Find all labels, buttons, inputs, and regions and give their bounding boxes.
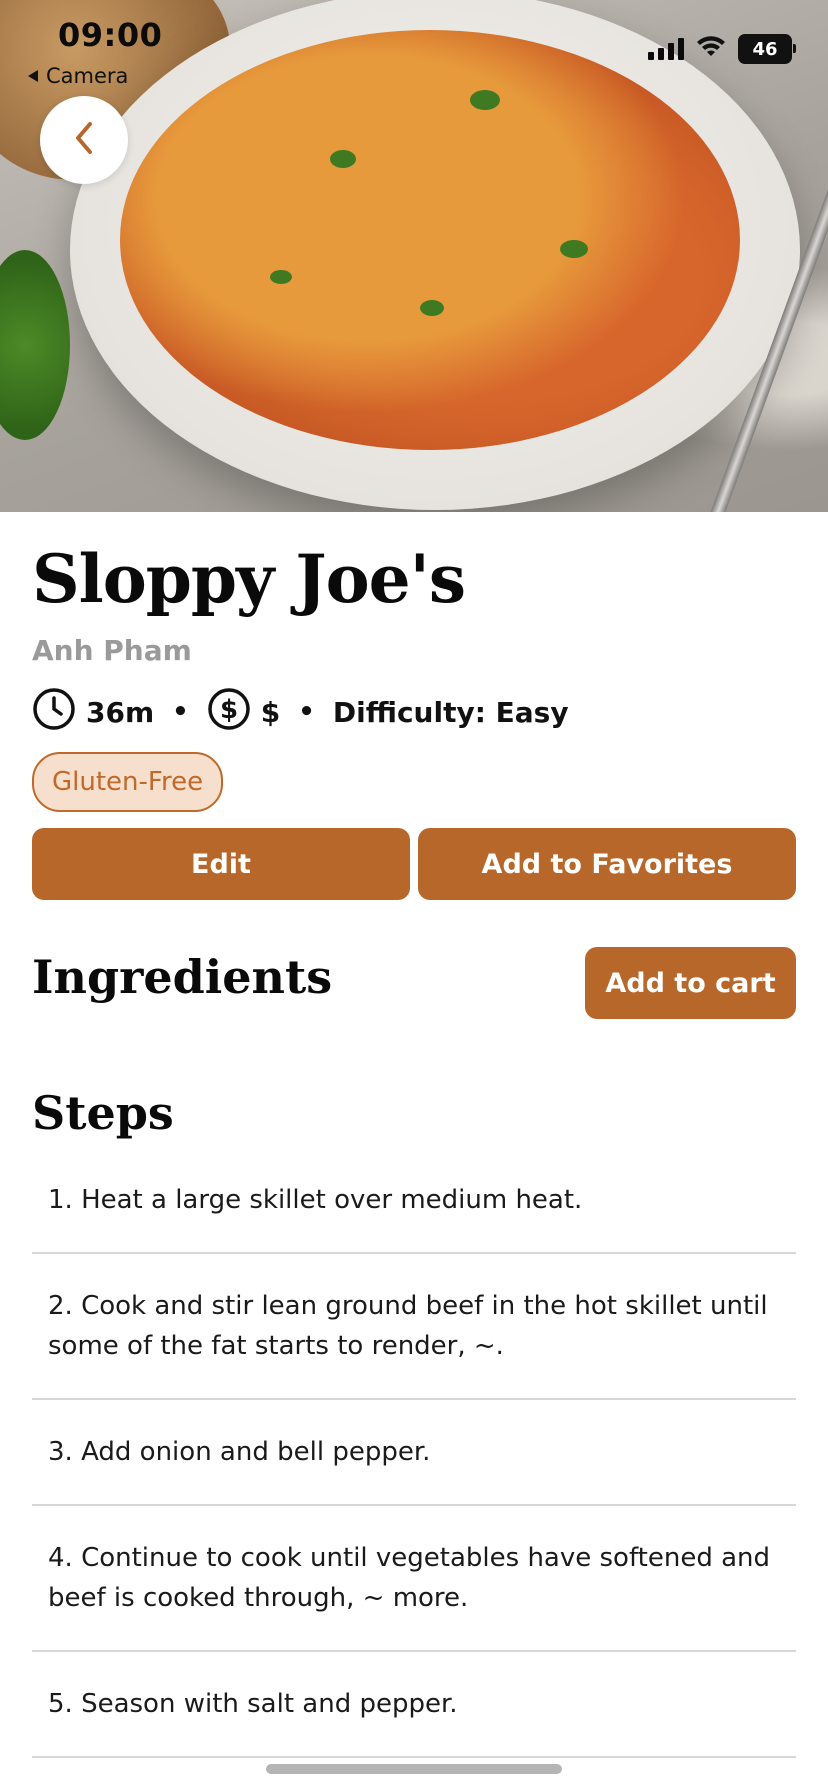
step-item: 5. Season with salt and pepper. (32, 1652, 796, 1758)
step-item: 1. Heat a large skillet over medium heat… (32, 1148, 796, 1254)
steps-list: 1. Heat a large skillet over medium heat… (32, 1148, 796, 1758)
battery-level: 46 (752, 38, 778, 60)
battery-icon: 46 (738, 34, 796, 64)
step-item: 3. Add onion and bell pepper. (32, 1400, 796, 1506)
ingredients-heading: Ingredients (32, 950, 333, 1004)
back-triangle-icon (26, 64, 40, 88)
status-time: 09:00 (58, 16, 163, 54)
steps-heading: Steps (32, 1086, 174, 1140)
home-indicator[interactable] (266, 1764, 562, 1774)
status-back-link[interactable]: Camera (26, 64, 128, 88)
back-button[interactable] (40, 96, 128, 184)
herb-decoration (330, 150, 356, 168)
recipe-meta: 36m • $ $ • Difficulty: Easy (32, 687, 569, 738)
status-indicators: 46 (648, 34, 796, 64)
wifi-icon (696, 36, 726, 62)
meta-separator: • (298, 697, 315, 727)
herb-decoration (470, 90, 500, 110)
cost-level: $ (260, 695, 281, 729)
status-back-label: Camera (46, 64, 129, 88)
tag-gluten-free[interactable]: Gluten-Free (32, 752, 224, 812)
herb-decoration (420, 300, 444, 316)
herb-decoration (560, 240, 588, 258)
parsley-decoration (0, 250, 70, 440)
add-to-favorites-button[interactable]: Add to Favorites (418, 828, 796, 900)
cook-time: 36m (86, 695, 155, 729)
meta-separator: • (172, 697, 189, 727)
svg-text:$: $ (220, 695, 238, 725)
clock-icon (32, 687, 76, 738)
add-to-cart-button[interactable]: Add to cart (585, 947, 796, 1019)
dollar-circle-icon: $ (207, 687, 251, 738)
cellular-signal-icon (648, 38, 684, 60)
step-item: 4. Continue to cook until vegetables hav… (32, 1506, 796, 1652)
pasta-decoration (120, 30, 740, 450)
difficulty: Difficulty: Easy (332, 695, 569, 729)
herb-decoration (270, 270, 292, 284)
edit-button[interactable]: Edit (32, 828, 410, 900)
recipe-author: Anh Pham (32, 634, 192, 667)
chevron-left-icon (70, 120, 98, 160)
recipe-title: Sloppy Joe's (32, 540, 466, 618)
step-item: 2. Cook and stir lean ground beef in the… (32, 1254, 796, 1400)
